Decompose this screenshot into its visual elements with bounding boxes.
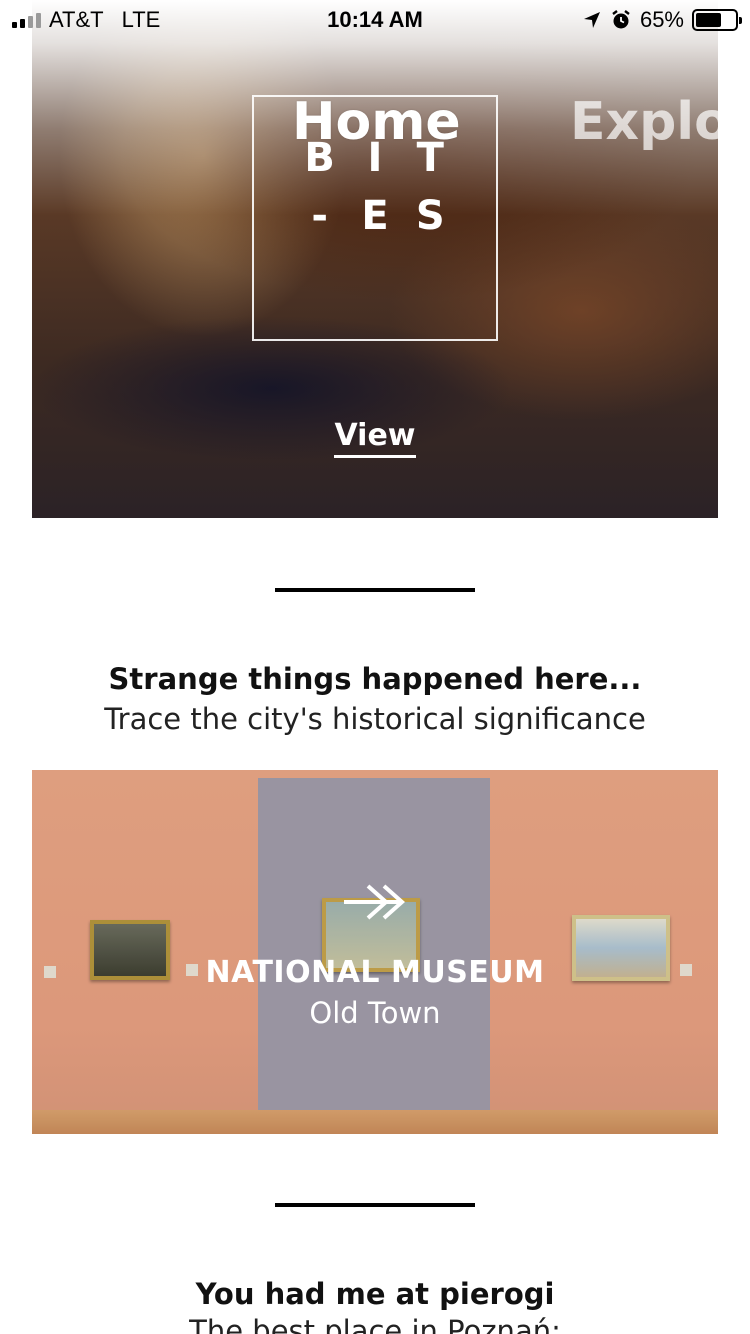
battery-percent: 65% xyxy=(639,7,684,32)
place-title: NATIONAL MUSEUM xyxy=(205,955,545,990)
battery-icon xyxy=(692,9,742,31)
network-type: LTE xyxy=(121,7,161,32)
tab-explore[interactable]: Explore xyxy=(570,92,750,152)
section-divider xyxy=(275,1203,475,1207)
pierogi-section-subtitle: The best place in Poznań: xyxy=(189,1314,561,1334)
logo-letter: - xyxy=(311,193,328,239)
logo-letter: S xyxy=(415,193,445,239)
place-location: Old Town xyxy=(309,996,441,1030)
history-section-title: Strange things happened here... xyxy=(108,662,642,696)
pierogi-section-title: You had me at pierogi xyxy=(195,1277,555,1311)
double-arrow-right-icon xyxy=(32,882,718,933)
alarm-clock-icon xyxy=(612,10,630,29)
signal-strength-icon xyxy=(12,12,41,28)
place-card-national-museum[interactable]: NATIONAL MUSEUM Old Town xyxy=(32,770,718,1134)
app-page: B I T - E S View Home Explore AT&T LTE xyxy=(0,0,750,1334)
history-section-subtitle: Trace the city's historical significance xyxy=(104,702,646,736)
section-divider xyxy=(275,588,475,592)
carrier-name: AT&T xyxy=(49,7,104,32)
view-link-wrapper: View xyxy=(32,418,718,458)
tab-home[interactable]: Home xyxy=(292,92,461,152)
view-link[interactable]: View xyxy=(334,418,416,458)
location-arrow-icon xyxy=(583,12,600,28)
hero-banner[interactable]: B I T - E S View xyxy=(32,0,718,518)
card-overlay xyxy=(32,770,718,1134)
status-bar: AT&T LTE 10:14 AM 65% xyxy=(0,0,750,40)
logo-letter: E xyxy=(361,193,389,239)
